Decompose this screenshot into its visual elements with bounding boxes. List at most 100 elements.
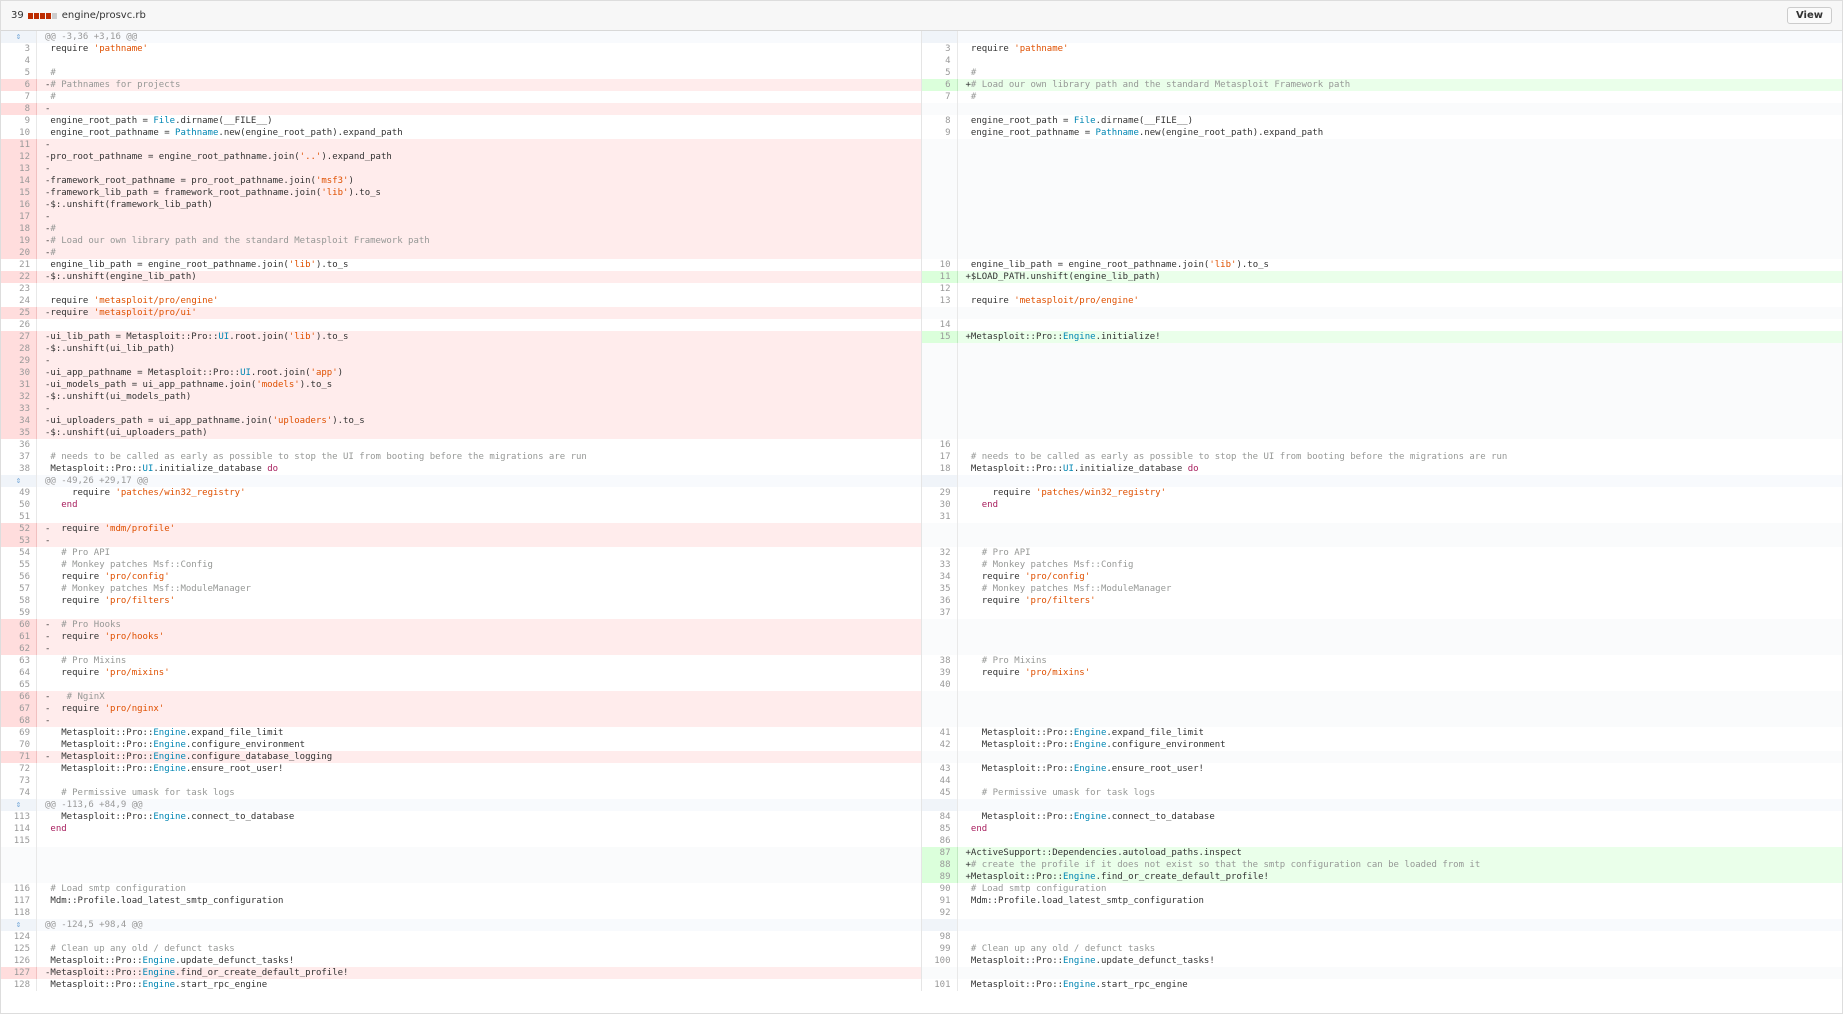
line-number[interactable] xyxy=(921,163,958,175)
line-number[interactable] xyxy=(921,247,958,259)
line-number[interactable] xyxy=(921,631,958,643)
line-number[interactable]: 27 xyxy=(1,331,37,343)
line-number[interactable] xyxy=(921,355,958,367)
line-number[interactable] xyxy=(921,139,958,151)
line-number[interactable]: 42 xyxy=(921,739,958,751)
line-number[interactable]: 115 xyxy=(1,835,37,847)
line-number[interactable]: 92 xyxy=(921,907,958,919)
line-number[interactable]: 41 xyxy=(921,727,958,739)
line-number[interactable]: 124 xyxy=(1,931,37,943)
line-number[interactable] xyxy=(921,211,958,223)
line-number[interactable]: 37 xyxy=(921,607,958,619)
line-number[interactable] xyxy=(921,103,958,115)
line-number[interactable]: 49 xyxy=(1,487,37,499)
line-number[interactable]: 3 xyxy=(921,43,958,55)
line-number[interactable] xyxy=(921,307,958,319)
line-number[interactable] xyxy=(921,403,958,415)
expand-icon[interactable] xyxy=(921,31,958,43)
line-number[interactable]: 12 xyxy=(1,151,37,163)
line-number[interactable]: 19 xyxy=(1,235,37,247)
line-number[interactable]: 35 xyxy=(1,427,37,439)
line-number[interactable] xyxy=(921,343,958,355)
line-number[interactable] xyxy=(921,643,958,655)
line-number[interactable]: 10 xyxy=(1,127,37,139)
line-number[interactable]: 8 xyxy=(921,115,958,127)
line-number[interactable]: 50 xyxy=(1,499,37,511)
line-number[interactable]: 126 xyxy=(1,955,37,967)
line-number[interactable] xyxy=(921,151,958,163)
line-number[interactable]: 128 xyxy=(1,979,37,991)
line-number[interactable]: 72 xyxy=(1,763,37,775)
line-number[interactable]: 118 xyxy=(1,907,37,919)
line-number[interactable]: 101 xyxy=(921,979,958,991)
line-number[interactable] xyxy=(921,691,958,703)
line-number[interactable]: 43 xyxy=(921,763,958,775)
line-number[interactable] xyxy=(921,703,958,715)
line-number[interactable]: 37 xyxy=(1,451,37,463)
line-number[interactable]: 6 xyxy=(921,79,958,91)
line-number[interactable]: 34 xyxy=(1,415,37,427)
line-number[interactable]: 18 xyxy=(921,463,958,475)
line-number[interactable]: 26 xyxy=(1,319,37,331)
line-number[interactable]: 51 xyxy=(1,511,37,523)
line-number[interactable] xyxy=(921,187,958,199)
line-number[interactable]: 64 xyxy=(1,667,37,679)
line-number[interactable] xyxy=(921,175,958,187)
line-number[interactable]: 90 xyxy=(921,883,958,895)
line-number[interactable]: 36 xyxy=(1,439,37,451)
line-number[interactable]: 62 xyxy=(1,643,37,655)
line-number[interactable]: 33 xyxy=(1,403,37,415)
line-number[interactable]: 32 xyxy=(1,391,37,403)
line-number[interactable]: 70 xyxy=(1,739,37,751)
line-number[interactable]: 14 xyxy=(921,319,958,331)
line-number[interactable]: 28 xyxy=(1,343,37,355)
line-number[interactable] xyxy=(1,859,37,871)
line-number[interactable]: 22 xyxy=(1,271,37,283)
line-number[interactable]: 11 xyxy=(921,271,958,283)
line-number[interactable]: 56 xyxy=(1,571,37,583)
line-number[interactable]: 17 xyxy=(921,451,958,463)
file-path[interactable]: engine/prosvc.rb xyxy=(62,10,146,21)
line-number[interactable]: 99 xyxy=(921,943,958,955)
line-number[interactable]: 45 xyxy=(921,787,958,799)
line-number[interactable]: 21 xyxy=(1,259,37,271)
line-number[interactable]: 4 xyxy=(1,55,37,67)
line-number[interactable]: 9 xyxy=(1,115,37,127)
line-number[interactable]: 34 xyxy=(921,571,958,583)
line-number[interactable] xyxy=(921,751,958,763)
line-number[interactable]: 57 xyxy=(1,583,37,595)
line-number[interactable]: 113 xyxy=(1,811,37,823)
line-number[interactable]: 30 xyxy=(921,499,958,511)
line-number[interactable]: 69 xyxy=(1,727,37,739)
line-number[interactable]: 117 xyxy=(1,895,37,907)
line-number[interactable]: 30 xyxy=(1,367,37,379)
line-number[interactable] xyxy=(921,967,958,979)
line-number[interactable]: 6 xyxy=(1,79,37,91)
line-number[interactable]: 7 xyxy=(1,91,37,103)
line-number[interactable]: 17 xyxy=(1,211,37,223)
expand-icon[interactable] xyxy=(921,475,958,487)
line-number[interactable]: 32 xyxy=(921,547,958,559)
line-number[interactable]: 61 xyxy=(1,631,37,643)
line-number[interactable]: 84 xyxy=(921,811,958,823)
line-number[interactable] xyxy=(921,715,958,727)
line-number[interactable] xyxy=(921,367,958,379)
line-number[interactable]: 24 xyxy=(1,295,37,307)
line-number[interactable]: 10 xyxy=(921,259,958,271)
line-number[interactable]: 59 xyxy=(1,607,37,619)
line-number[interactable] xyxy=(921,415,958,427)
line-number[interactable]: 71 xyxy=(1,751,37,763)
line-number[interactable]: 63 xyxy=(1,655,37,667)
line-number[interactable]: 3 xyxy=(1,43,37,55)
line-number[interactable]: 38 xyxy=(1,463,37,475)
line-number[interactable] xyxy=(921,391,958,403)
line-number[interactable]: 35 xyxy=(921,583,958,595)
line-number[interactable]: 58 xyxy=(1,595,37,607)
expand-icon[interactable] xyxy=(921,919,958,931)
line-number[interactable]: 66 xyxy=(1,691,37,703)
expand-icon[interactable]: ⇕ xyxy=(1,31,37,43)
line-number[interactable]: 5 xyxy=(921,67,958,79)
line-number[interactable]: 125 xyxy=(1,943,37,955)
line-number[interactable]: 74 xyxy=(1,787,37,799)
expand-icon[interactable]: ⇕ xyxy=(1,475,37,487)
